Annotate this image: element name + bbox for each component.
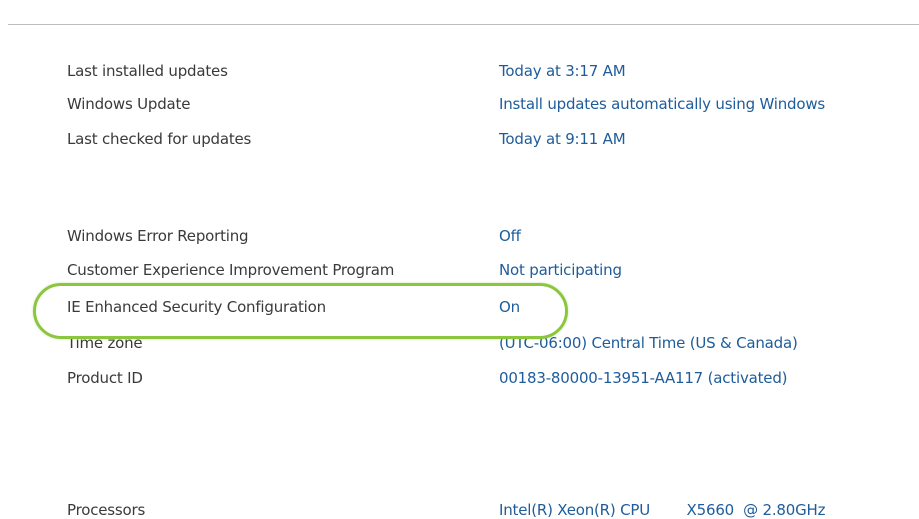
row-ie-enhanced-security: IE Enhanced Security Configuration On — [0, 291, 919, 323]
value-processors: Intel(R) Xeon(R) CPU X5660 @ 2.80GHz — [499, 501, 826, 519]
link-ceip[interactable]: Not participating — [499, 254, 622, 286]
row-last-checked-for-updates: Last checked for updates Today at 9:11 A… — [0, 123, 919, 155]
row-product-id: Product ID 00183-80000-13951-AA117 (acti… — [0, 362, 919, 394]
link-windows-error-reporting[interactable]: Off — [499, 220, 521, 252]
label-last-installed-updates: Last installed updates — [67, 62, 228, 80]
link-last-installed-updates[interactable]: Today at 3:17 AM — [499, 55, 626, 87]
link-last-checked-for-updates[interactable]: Today at 9:11 AM — [499, 123, 626, 155]
label-windows-error-reporting: Windows Error Reporting — [67, 227, 249, 245]
link-time-zone[interactable]: (UTC-06:00) Central Time (US & Canada) — [499, 327, 798, 359]
link-windows-update[interactable]: Install updates automatically using Wind… — [499, 88, 825, 120]
row-ceip: Customer Experience Improvement Program … — [0, 254, 919, 286]
row-last-installed-updates: Last installed updates Today at 3:17 AM — [0, 55, 919, 87]
top-divider — [8, 24, 919, 25]
label-product-id: Product ID — [67, 369, 143, 387]
label-last-checked-for-updates: Last checked for updates — [67, 130, 252, 148]
row-time-zone: Time zone (UTC-06:00) Central Time (US &… — [0, 327, 919, 359]
label-windows-update: Windows Update — [67, 95, 191, 113]
row-windows-update: Windows Update Install updates automatic… — [0, 88, 919, 120]
row-windows-error-reporting: Windows Error Reporting Off — [0, 220, 919, 252]
label-time-zone: Time zone — [67, 334, 143, 352]
label-ceip: Customer Experience Improvement Program — [67, 261, 395, 279]
row-processors: Processors Intel(R) Xeon(R) CPU X5660 @ … — [0, 494, 919, 519]
link-product-id[interactable]: 00183-80000-13951-AA117 (activated) — [499, 362, 787, 394]
label-processors: Processors — [67, 501, 146, 519]
link-ie-enhanced-security[interactable]: On — [499, 291, 520, 323]
label-ie-enhanced-security: IE Enhanced Security Configuration — [67, 298, 326, 316]
